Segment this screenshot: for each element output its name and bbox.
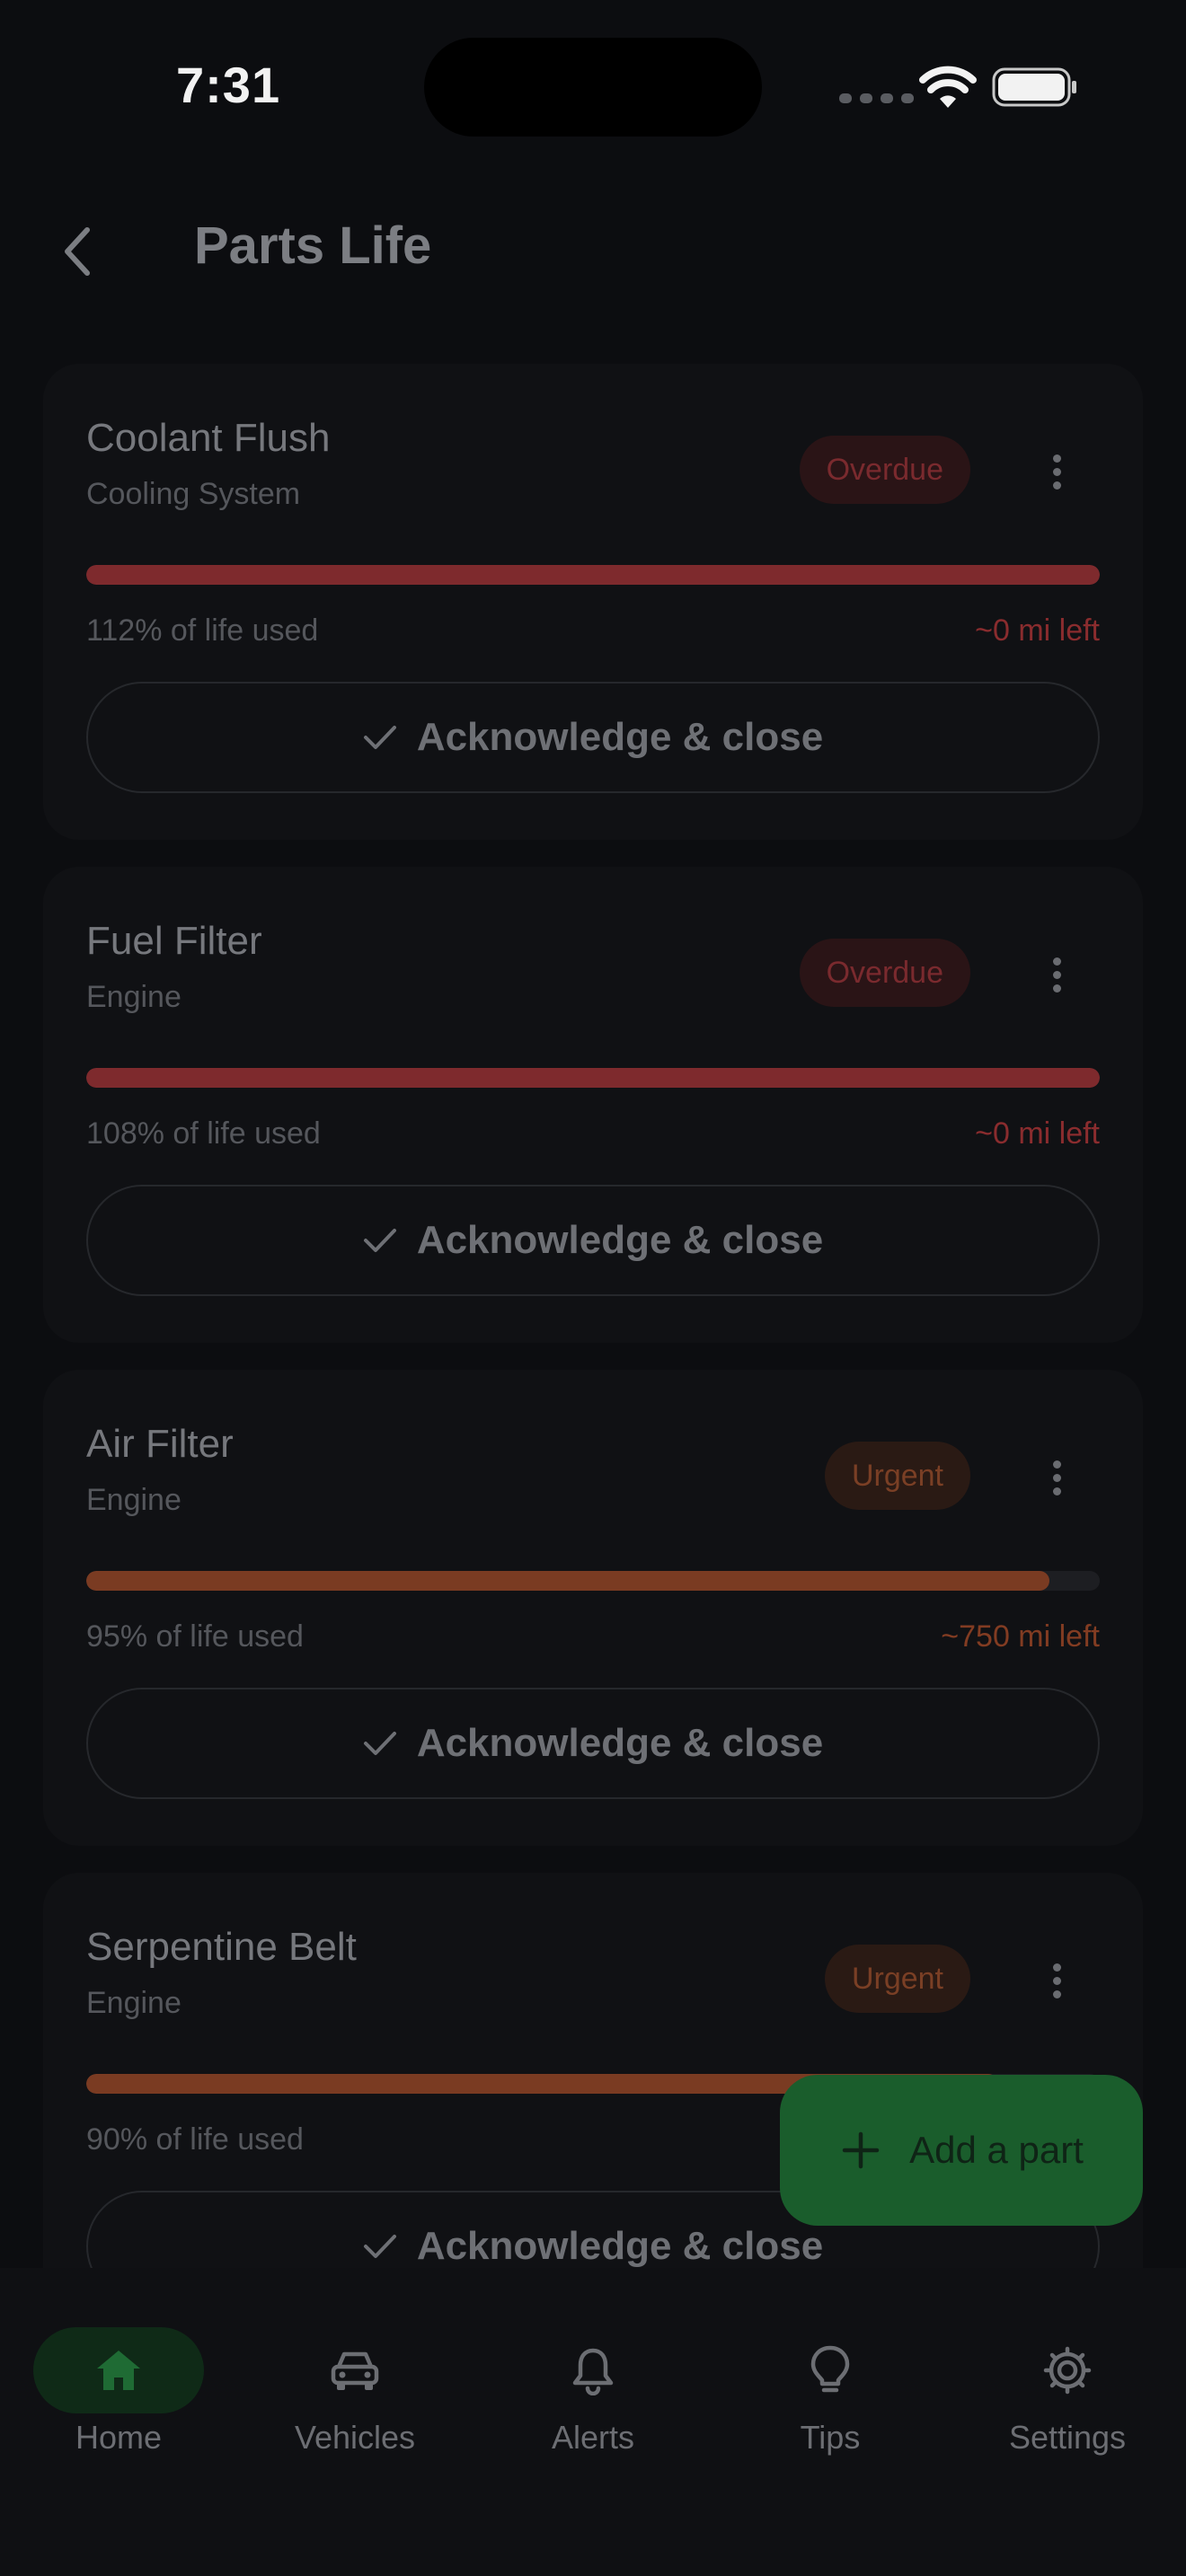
- car-icon: [331, 2351, 379, 2390]
- acknowledge-close-button[interactable]: Acknowledge & close: [86, 682, 1100, 793]
- life-used-text: 108% of life used: [86, 1116, 321, 1151]
- checkmark-icon: [363, 1732, 396, 1755]
- parts-list[interactable]: Coolant Flush Cooling System Overdue 112…: [43, 364, 1143, 2268]
- add-part-label: Add a part: [909, 2129, 1084, 2171]
- nav-label: Settings: [1008, 2419, 1127, 2456]
- life-progress-fill: [86, 1571, 1049, 1591]
- home-icon: [97, 2351, 140, 2390]
- life-progress-bar: [86, 1068, 1100, 1088]
- part-card: Coolant Flush Cooling System Overdue 112…: [43, 364, 1143, 840]
- part-name: Air Filter: [86, 1422, 234, 1466]
- more-options-button[interactable]: [1039, 1954, 1075, 2007]
- part-name: Serpentine Belt: [86, 1925, 357, 1969]
- checkmark-icon: [363, 2235, 396, 2258]
- more-options-button[interactable]: [1039, 1451, 1075, 1504]
- status-badge: Urgent: [824, 1945, 970, 2013]
- checkmark-icon: [363, 726, 396, 749]
- bottom-navigation: Home Vehicles Alerts Tips Settings: [0, 2268, 1186, 2576]
- life-used-text: 90% of life used: [86, 2122, 304, 2157]
- battery-icon: [992, 67, 1076, 107]
- bell-icon: [572, 2348, 614, 2395]
- dynamic-island: [424, 38, 762, 137]
- part-card: Fuel Filter Engine Overdue 108% of life …: [43, 867, 1143, 1343]
- acknowledge-close-label: Acknowledge & close: [416, 1721, 824, 1765]
- part-system: Engine: [86, 1483, 181, 1517]
- status-time: 7:31: [176, 57, 281, 113]
- nav-label: Home: [75, 2419, 163, 2456]
- life-progress-bar: [86, 1571, 1100, 1591]
- nav-item-home[interactable]: Home: [29, 2304, 208, 2475]
- wifi-icon: [919, 66, 977, 108]
- gear-icon: [1043, 2346, 1092, 2395]
- life-progress-fill: [86, 565, 1100, 585]
- checkmark-icon: [363, 1229, 396, 1252]
- page-title: Parts Life: [194, 216, 432, 275]
- plus-icon: [842, 2131, 880, 2169]
- part-system: Cooling System: [86, 477, 301, 511]
- status-badge: Overdue: [799, 939, 970, 1007]
- acknowledge-close-label: Acknowledge & close: [416, 715, 824, 759]
- add-part-button[interactable]: Add a part: [780, 2075, 1143, 2226]
- back-button[interactable]: [45, 216, 108, 287]
- app-header: Parts Life: [0, 171, 1186, 314]
- acknowledge-close-label: Acknowledge & close: [416, 1218, 824, 1262]
- lightbulb-icon: [810, 2345, 850, 2393]
- miles-left-text: ~0 mi left: [975, 613, 1100, 648]
- nav-item-tips[interactable]: Tips: [740, 2304, 920, 2475]
- life-progress-fill: [86, 1068, 1100, 1088]
- acknowledge-close-label: Acknowledge & close: [416, 2224, 824, 2268]
- status-badge: Overdue: [799, 436, 970, 504]
- miles-left-text: ~0 mi left: [975, 1116, 1100, 1151]
- part-name: Fuel Filter: [86, 919, 262, 963]
- more-options-button[interactable]: [1039, 948, 1075, 1001]
- part-card: Air Filter Engine Urgent 95% of life use…: [43, 1370, 1143, 1846]
- nav-item-alerts[interactable]: Alerts: [503, 2304, 683, 2475]
- more-options-button[interactable]: [1039, 445, 1075, 498]
- status-badge: Urgent: [824, 1442, 970, 1510]
- life-used-text: 95% of life used: [86, 1619, 304, 1654]
- part-system: Engine: [86, 980, 181, 1014]
- acknowledge-close-button[interactable]: Acknowledge & close: [86, 1185, 1100, 1296]
- life-used-text: 112% of life used: [86, 613, 319, 648]
- part-name: Coolant Flush: [86, 416, 331, 460]
- status-bar: 7:31: [0, 0, 1186, 171]
- chevron-left-icon: [65, 227, 90, 276]
- nav-item-settings[interactable]: Settings: [978, 2304, 1157, 2475]
- cellular-signal-icon: [839, 93, 914, 103]
- nav-label: Vehicles: [294, 2419, 416, 2456]
- nav-label: Alerts: [551, 2419, 635, 2456]
- miles-left-text: ~750 mi left: [941, 1619, 1100, 1654]
- life-progress-bar: [86, 565, 1100, 585]
- acknowledge-close-button[interactable]: Acknowledge & close: [86, 1688, 1100, 1799]
- nav-item-vehicles[interactable]: Vehicles: [265, 2304, 445, 2475]
- part-system: Engine: [86, 1986, 181, 2020]
- nav-label: Tips: [800, 2419, 861, 2456]
